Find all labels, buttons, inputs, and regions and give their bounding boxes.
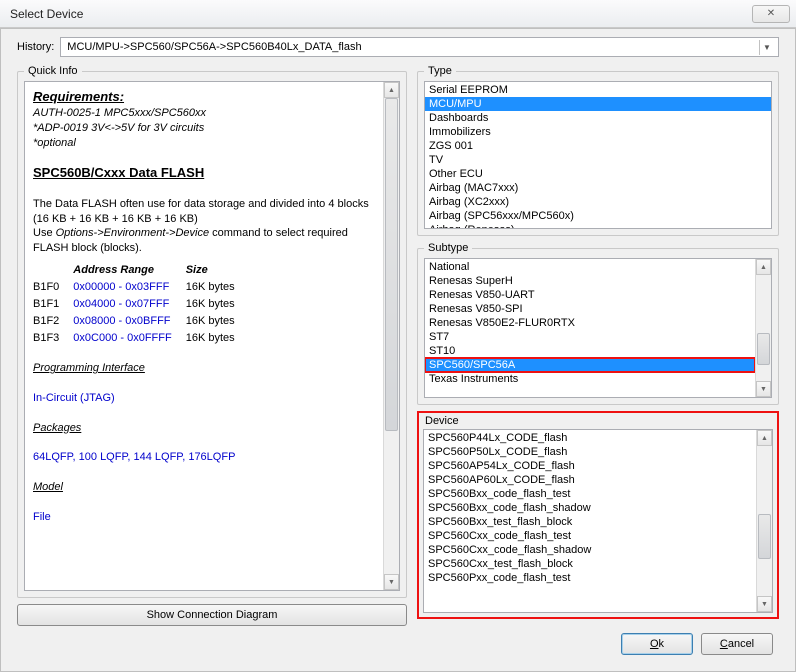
list-item[interactable]: SPC560AP54Lx_CODE_flash xyxy=(424,459,756,473)
quick-info-legend: Quick Info xyxy=(24,65,82,77)
device-group-highlight: Device SPC560P44Lx_CODE_flashSPC560P50Lx… xyxy=(417,411,779,619)
addr-row: B1F1 0x04000 - 0x07FFF 16K bytes xyxy=(33,296,249,313)
list-item[interactable]: National xyxy=(425,260,755,274)
device-legend: Device xyxy=(425,415,773,427)
model-value: File xyxy=(33,511,51,523)
device-scrollbar[interactable]: ▲ ▼ xyxy=(756,430,772,612)
list-item[interactable]: Renesas V850-SPI xyxy=(425,302,755,316)
list-item[interactable]: SPC560AP60Lx_CODE_flash xyxy=(424,473,756,487)
list-item[interactable]: Other ECU xyxy=(425,167,771,181)
req-line-2: *ADP-0019 3V<->5V for 3V circuits xyxy=(33,122,204,134)
scroll-down-icon[interactable]: ▼ xyxy=(756,381,771,397)
titlebar: Select Device ✕ xyxy=(0,0,796,28)
type-legend: Type xyxy=(424,65,456,77)
close-icon: ✕ xyxy=(767,8,775,19)
type-group: Type Serial EEPROMMCU/MPUDashboardsImmob… xyxy=(417,65,779,236)
ok-button[interactable]: Ok xyxy=(621,633,693,655)
list-item[interactable]: ST10 xyxy=(425,344,755,358)
list-item[interactable]: SPC560Bxx_code_flash_shadow xyxy=(424,501,756,515)
list-item[interactable]: Dashboards xyxy=(425,111,771,125)
list-item[interactable]: SPC560Bxx_code_flash_test xyxy=(424,487,756,501)
prog-if-heading: Programming Interface xyxy=(33,362,145,374)
qi-para2a: Use xyxy=(33,227,56,239)
subtype-group: Subtype NationalRenesas SuperHRenesas V8… xyxy=(417,242,779,405)
addr-row: B1F3 0x0C000 - 0x0FFFF 16K bytes xyxy=(33,330,249,347)
history-label: History: xyxy=(17,41,54,53)
addr-row: B1F0 0x00000 - 0x03FFF 16K bytes xyxy=(33,279,249,296)
qi-para2b: Options->Environment->Device xyxy=(56,227,209,239)
list-item[interactable]: ST7 xyxy=(425,330,755,344)
quick-info-group: Quick Info Requirements: AUTH-0025-1 MPC… xyxy=(17,65,407,598)
scroll-up-icon[interactable]: ▲ xyxy=(756,259,771,275)
addr-header: Address Range xyxy=(73,262,185,279)
list-item[interactable]: SPC560Cxx_test_flash_block xyxy=(424,557,756,571)
list-item[interactable]: SPC560Pxx_code_flash_test xyxy=(424,571,756,585)
history-value: MCU/MPU->SPC560/SPC56A->SPC560B40Lx_DATA… xyxy=(67,41,361,53)
list-item[interactable]: Airbag (Renesas) xyxy=(425,223,771,229)
model-heading: Model xyxy=(33,481,63,493)
device-listbox[interactable]: SPC560P44Lx_CODE_flashSPC560P50Lx_CODE_f… xyxy=(423,429,773,613)
section-heading: SPC560B/Cxxx Data FLASH xyxy=(33,164,373,182)
packages-heading: Packages xyxy=(33,422,81,434)
list-item[interactable]: SPC560Bxx_test_flash_block xyxy=(424,515,756,529)
address-table: Address Range Size B1F0 0x00000 - 0x03FF… xyxy=(33,262,249,346)
list-item[interactable]: Airbag (MAC7xxx) xyxy=(425,181,771,195)
addr-row: B1F2 0x08000 - 0x0BFFF 16K bytes xyxy=(33,313,249,330)
subtype-legend: Subtype xyxy=(424,242,472,254)
quick-info-box: Requirements: AUTH-0025-1 MPC5xxx/SPC560… xyxy=(24,81,400,591)
req-line-3: *optional xyxy=(33,137,76,149)
subtype-listbox[interactable]: NationalRenesas SuperHRenesas V850-UARTR… xyxy=(424,258,772,398)
list-item[interactable]: Airbag (XC2xxx) xyxy=(425,195,771,209)
cancel-button[interactable]: Cancel xyxy=(701,633,773,655)
list-item[interactable]: SPC560Cxx_code_flash_shadow xyxy=(424,543,756,557)
list-item[interactable]: Renesas V850-UART xyxy=(425,288,755,302)
list-item[interactable]: SPC560/SPC56A xyxy=(425,358,755,372)
scroll-down-icon[interactable]: ▼ xyxy=(757,596,772,612)
subtype-scrollbar[interactable]: ▲ ▼ xyxy=(755,259,771,397)
qi-para1: The Data FLASH often use for data storag… xyxy=(33,198,369,225)
scroll-down-icon[interactable]: ▼ xyxy=(384,574,399,590)
list-item[interactable]: Renesas SuperH xyxy=(425,274,755,288)
list-item[interactable]: TV xyxy=(425,153,771,167)
quick-info-scrollbar[interactable]: ▲ ▼ xyxy=(383,82,399,590)
list-item[interactable]: SPC560Cxx_code_flash_test xyxy=(424,529,756,543)
chevron-down-icon: ▼ xyxy=(759,40,774,55)
type-listbox[interactable]: Serial EEPROMMCU/MPUDashboardsImmobilize… xyxy=(424,81,772,229)
dialog-body: History: MCU/MPU->SPC560/SPC56A->SPC560B… xyxy=(0,28,796,672)
close-button[interactable]: ✕ xyxy=(752,5,790,23)
list-item[interactable]: ZGS 001 xyxy=(425,139,771,153)
scroll-up-icon[interactable]: ▲ xyxy=(384,82,399,98)
list-item[interactable]: Renesas V850E2-FLUR0RTX xyxy=(425,316,755,330)
list-item[interactable]: Immobilizers xyxy=(425,125,771,139)
requirements-heading: Requirements: xyxy=(33,89,124,104)
window-title: Select Device xyxy=(10,7,83,21)
history-row: History: MCU/MPU->SPC560/SPC56A->SPC560B… xyxy=(11,37,785,57)
list-item[interactable]: SPC560P44Lx_CODE_flash xyxy=(424,431,756,445)
prog-if-value: In-Circuit (JTAG) xyxy=(33,392,115,404)
list-item[interactable]: Texas Instruments xyxy=(425,372,755,386)
req-line-1: AUTH-0025-1 MPC5xxx/SPC560xx xyxy=(33,107,206,119)
show-connection-diagram-button[interactable]: Show Connection Diagram xyxy=(17,604,407,626)
size-header: Size xyxy=(186,262,249,279)
scroll-up-icon[interactable]: ▲ xyxy=(757,430,772,446)
list-item[interactable]: Airbag (SPC56xxx/MPC560x) xyxy=(425,209,771,223)
list-item[interactable]: MCU/MPU xyxy=(425,97,771,111)
history-dropdown[interactable]: MCU/MPU->SPC560/SPC56A->SPC560B40Lx_DATA… xyxy=(60,37,779,57)
packages-value: 64LQFP, 100 LQFP, 144 LQFP, 176LQFP xyxy=(33,451,235,463)
list-item[interactable]: Serial EEPROM xyxy=(425,83,771,97)
list-item[interactable]: SPC560P50Lx_CODE_flash xyxy=(424,445,756,459)
